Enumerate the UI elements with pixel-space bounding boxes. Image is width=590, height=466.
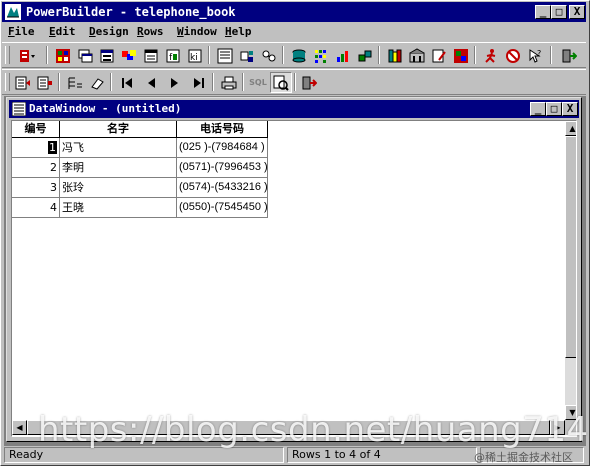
exit-icon[interactable] xyxy=(558,45,580,66)
run-icon[interactable] xyxy=(480,45,502,66)
retrieve-icon[interactable] xyxy=(12,72,34,93)
last-page-icon[interactable] xyxy=(188,72,210,93)
cell-phone[interactable]: (0550)-(7545450 ) xyxy=(177,198,268,218)
scroll-size-box xyxy=(565,420,576,435)
powerbuilder-app-icon xyxy=(5,4,21,20)
debug-icon[interactable] xyxy=(502,45,524,66)
data-manipulation-icon[interactable] xyxy=(310,45,332,66)
select-object-dropdown-button[interactable] xyxy=(12,45,42,66)
status-row-count: Rows 1 to 4 of 4 xyxy=(287,447,477,463)
menu-file[interactable]: File xyxy=(8,25,35,38)
scroll-left-arrow-icon[interactable]: ◀ xyxy=(12,420,27,435)
cell-phone[interactable]: (025 )-(7984684 ) xyxy=(177,138,268,158)
column-header-id: 编号 xyxy=(12,121,60,138)
function-painter-icon[interactable]: f xyxy=(162,45,184,66)
svg-text:?: ? xyxy=(537,49,541,58)
print-icon[interactable] xyxy=(218,72,240,93)
first-page-icon[interactable] xyxy=(116,72,138,93)
menu-rows[interactable]: Rows xyxy=(137,25,164,38)
painter-toolbar: f ki ? xyxy=(2,42,586,68)
cell-name[interactable]: 冯飞 xyxy=(60,138,177,158)
menu-help[interactable]: Help xyxy=(225,25,252,38)
window-painter-icon[interactable] xyxy=(74,45,96,66)
cell-id[interactable]: 4 xyxy=(12,198,60,218)
database-icon[interactable] xyxy=(288,45,310,66)
menu-bar: File Edit Design Rows Window Help xyxy=(2,23,586,41)
title-bar[interactable]: PowerBuilder - telephone_book _ □ X xyxy=(2,2,586,22)
database-profile-icon[interactable] xyxy=(236,45,258,66)
query-painter-icon[interactable]: ki xyxy=(184,45,206,66)
cell-id[interactable]: 2 xyxy=(12,158,60,178)
datawindow-painter-icon[interactable] xyxy=(214,45,236,66)
maximize-button[interactable]: □ xyxy=(551,5,567,19)
insert-row-icon[interactable] xyxy=(64,72,86,93)
watermark-credit: @稀土掘金技术社区 xyxy=(474,451,573,464)
structure-painter-icon[interactable] xyxy=(140,45,162,66)
horizontal-scroll-thumb[interactable] xyxy=(27,420,550,435)
pipeline-icon[interactable] xyxy=(258,45,280,66)
window-title: PowerBuilder - telephone_book xyxy=(26,5,236,19)
child-minimize-button[interactable]: _ xyxy=(530,102,546,116)
help-cursor-icon[interactable]: ? xyxy=(524,45,546,66)
library-painter-icon[interactable] xyxy=(384,45,406,66)
minimize-button[interactable]: _ xyxy=(535,5,551,19)
edit-script-icon[interactable] xyxy=(428,45,450,66)
cell-phone[interactable]: (0571)-(7996453 ) xyxy=(177,158,268,178)
datawindow-control[interactable]: 编号 名字 电话号码 1 冯飞 (025 )-(7984684 ) 2 李明 (… xyxy=(11,120,577,437)
menu-design[interactable]: Design xyxy=(89,25,129,38)
next-page-icon[interactable] xyxy=(164,72,186,93)
prior-page-icon[interactable] xyxy=(140,72,162,93)
cell-name[interactable]: 张玲 xyxy=(60,178,177,198)
child-window-title: DataWindow - (untitled) xyxy=(29,102,182,115)
cell-name[interactable]: 李明 xyxy=(60,158,177,178)
cell-id[interactable]: 3 xyxy=(12,178,60,198)
menu-window[interactable]: Window xyxy=(177,25,217,38)
horizontal-scrollbar[interactable]: ◀ ▶ xyxy=(12,420,565,435)
application-icon[interactable] xyxy=(52,45,74,66)
column-header-name: 名字 xyxy=(60,121,177,138)
update-icon[interactable] xyxy=(34,72,56,93)
link-objects-icon[interactable] xyxy=(354,45,376,66)
datawindow-window-icon xyxy=(11,101,27,117)
user-object-icon[interactable] xyxy=(96,45,118,66)
vertical-scrollbar[interactable]: ▲ ▼ xyxy=(565,121,576,420)
child-close-button[interactable]: X xyxy=(562,102,578,116)
close-button[interactable]: X xyxy=(569,5,585,19)
vertical-scroll-thumb[interactable] xyxy=(565,136,576,358)
cell-id[interactable]: 1 xyxy=(12,138,60,158)
sql-button[interactable]: SQL xyxy=(246,72,270,93)
scroll-right-arrow-icon[interactable]: ▶ xyxy=(550,420,565,435)
cell-name[interactable]: 王晓 xyxy=(60,198,177,218)
toolbar-grip[interactable] xyxy=(5,46,10,64)
toolbar-grip[interactable] xyxy=(5,73,10,91)
datawindow-toolbar: SQL xyxy=(2,69,586,95)
menu-painter-icon[interactable] xyxy=(118,45,140,66)
delete-row-eraser-icon[interactable] xyxy=(86,72,108,93)
cell-phone[interactable]: (0574)-(5433216 ) xyxy=(177,178,268,198)
preview-toggle-icon[interactable] xyxy=(270,72,292,93)
child-title-bar[interactable]: DataWindow - (untitled) _ □ X xyxy=(9,100,579,118)
status-text: Ready xyxy=(4,447,284,463)
current-cell-id[interactable]: 1 xyxy=(48,141,57,154)
column-header-phone: 电话号码 xyxy=(177,121,268,138)
object-browser-icon[interactable] xyxy=(406,45,428,66)
report-icon[interactable] xyxy=(450,45,472,66)
menu-edit[interactable]: Edit xyxy=(49,25,76,38)
scroll-down-arrow-icon[interactable]: ▼ xyxy=(565,405,576,420)
datawindow-child-window: DataWindow - (untitled) _ □ X 编号 名字 电话号码… xyxy=(6,97,582,442)
chart-icon[interactable] xyxy=(332,45,354,66)
close-datawindow-icon[interactable] xyxy=(298,72,320,93)
svg-text:ki: ki xyxy=(190,53,198,63)
child-maximize-button[interactable]: □ xyxy=(546,102,562,116)
scroll-up-arrow-icon[interactable]: ▲ xyxy=(565,121,576,136)
